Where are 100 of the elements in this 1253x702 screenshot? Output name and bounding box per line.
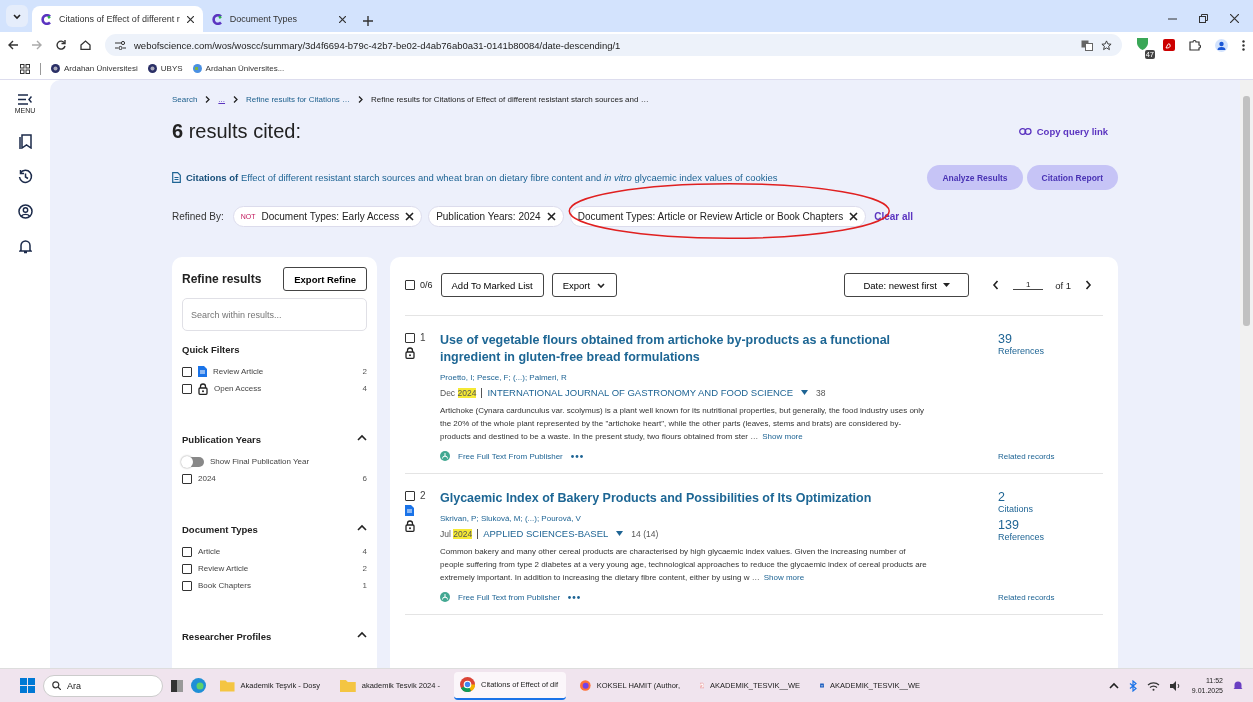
open-access-icon — [440, 592, 450, 602]
bluetooth-icon[interactable] — [1128, 679, 1137, 692]
scrollbar-thumb[interactable] — [1243, 96, 1250, 326]
export-refine-button[interactable]: Export Refine — [283, 267, 367, 291]
action-button[interactable]: Citation Report — [1026, 165, 1118, 190]
metric-value[interactable]: 139 — [998, 518, 1103, 532]
windows-logo-icon[interactable] — [20, 678, 35, 693]
page-number-field[interactable]: 1 — [1013, 280, 1044, 290]
shield-icon[interactable] — [1136, 37, 1149, 50]
chevron-icon[interactable] — [357, 630, 367, 640]
metric-label[interactable]: Citations — [998, 504, 1103, 514]
chevron-icon[interactable] — [1108, 680, 1119, 691]
more-options-icon[interactable] — [1242, 39, 1245, 51]
action-button[interactable]: Analyze Results — [927, 165, 1023, 190]
chevron-icon[interactable] — [596, 280, 607, 290]
home-icon[interactable] — [80, 40, 91, 50]
close-icon[interactable] — [186, 15, 194, 23]
pdf-extension-icon[interactable] — [1163, 39, 1175, 51]
full-text-link[interactable]: Free Full Text From Publisher — [458, 451, 563, 461]
open-access-icon — [440, 451, 450, 461]
metric-label[interactable]: References — [998, 532, 1103, 542]
filter-chip[interactable]: Publication Years: 2024 — [428, 206, 564, 227]
reload-icon[interactable] — [56, 40, 66, 50]
restore-icon[interactable] — [1199, 14, 1208, 23]
seal-icon — [51, 64, 60, 73]
select-all-checkbox[interactable] — [405, 280, 415, 290]
chevron-icon[interactable] — [357, 433, 367, 443]
chevron-icon[interactable] — [357, 523, 367, 533]
chevron-icon[interactable] — [1083, 280, 1093, 290]
journal-link[interactable]: INTERNATIONAL JOURNAL OF GASTRONOMY AND FOOD SCIENCE — [487, 387, 794, 398]
remove-icon[interactable] — [546, 212, 556, 221]
record-checkbox[interactable] — [405, 490, 415, 501]
profile-avatar-icon[interactable] — [1215, 38, 1228, 52]
related-records-link[interactable]: Related records — [998, 452, 1103, 461]
caret-icon[interactable] — [616, 531, 624, 536]
bookmark[interactable]: Ardahan Üniversitesi — [51, 64, 138, 73]
show-more-link[interactable]: Show more — [762, 432, 803, 441]
address-bar[interactable]: webofscience.com/wos/woscc/summary/3d4f6694-b79c-42b7-be02-d4ab76ab0a31-0141b80084/date-descending/1 — [105, 34, 1122, 56]
checkbox[interactable] — [182, 563, 192, 574]
breadcrumb-link[interactable]: ... — [218, 94, 226, 104]
filter-heading: Document Types — [182, 523, 258, 535]
translate-icon[interactable] — [1081, 39, 1093, 51]
site-logo-icon — [211, 13, 223, 25]
document-icon — [198, 366, 207, 377]
journal-link[interactable]: APPLIED SCIENCES-BASEL — [483, 528, 609, 539]
remove-icon[interactable] — [849, 212, 859, 221]
bookmark[interactable]: Ardahan Üniversites... — [192, 64, 285, 73]
toggle-label: Show Final Publication Year — [210, 457, 310, 466]
puzzle-piece-icon[interactable] — [1189, 39, 1201, 51]
record-checkbox[interactable] — [405, 332, 415, 343]
record-title-link[interactable]: Glycaemic Index of Bakery Products and Possibilities of Its Optimization — [440, 490, 930, 507]
taskbar-search-field[interactable]: Ara — [43, 674, 163, 697]
bookmark[interactable]: UBYS — [147, 64, 183, 73]
metric-label[interactable]: References — [998, 346, 1103, 356]
copy-query-link[interactable]: Copy query link — [1018, 126, 1108, 137]
related-records-link[interactable]: Related records — [998, 593, 1103, 602]
metric-value[interactable]: 39 — [998, 332, 1103, 346]
wifi-icon[interactable] — [1146, 680, 1160, 691]
chevron-icon[interactable] — [12, 11, 22, 21]
close-icon[interactable] — [338, 15, 346, 23]
chevron-icon — [358, 95, 364, 103]
back-arrow-icon[interactable] — [8, 40, 18, 50]
remove-icon[interactable] — [405, 212, 415, 221]
more-options-icon[interactable] — [570, 454, 583, 458]
filter-chip[interactable]: Document Types: Article or Review Article or Book Chapters — [569, 206, 867, 227]
toggle-switch[interactable] — [182, 456, 204, 467]
speaker-icon[interactable] — [1169, 680, 1182, 691]
breadcrumb-link[interactable]: Refine results for Citations … — [246, 94, 351, 104]
history-icon[interactable] — [17, 169, 33, 184]
bell-icon[interactable] — [18, 239, 32, 254]
toolbar-button[interactable]: Export — [551, 273, 618, 297]
toolbar-button[interactable]: Add To Marked List — [440, 273, 544, 297]
breadcrumb-link[interactable]: Search — [172, 94, 198, 104]
chevron-icon — [205, 95, 211, 103]
checkbox[interactable] — [182, 366, 192, 377]
checkbox[interactable] — [182, 383, 192, 394]
bookmark-stack-icon[interactable] — [18, 134, 32, 149]
close-icon[interactable] — [1230, 14, 1239, 23]
checkbox[interactable] — [182, 473, 192, 484]
filter-count: 2 — [362, 564, 367, 573]
metric-value[interactable]: 2 — [998, 490, 1103, 504]
browser-tab[interactable]: Document Types — [202, 6, 355, 32]
star-icon[interactable] — [1101, 39, 1112, 51]
browser-icon[interactable] — [191, 678, 206, 693]
apps-grid-icon[interactable] — [20, 63, 30, 74]
sort-dropdown[interactable]: Date: newest first — [844, 273, 970, 297]
record-title-link[interactable]: Use of vegetable flours obtained from artichoke by-products as a functional ingredient in gluten-free bread formulations — [440, 332, 930, 366]
more-options-icon[interactable] — [568, 595, 581, 599]
search-field[interactable]: Search within results... — [182, 298, 367, 331]
checkbox[interactable] — [182, 580, 192, 591]
user-circle-icon[interactable] — [17, 204, 33, 219]
new-tab-icon[interactable] — [362, 16, 373, 26]
checkbox[interactable] — [182, 546, 192, 557]
caret-icon[interactable] — [801, 390, 809, 395]
full-text-link[interactable]: Free Full Text from Publisher — [458, 592, 561, 602]
show-more-link[interactable]: Show more — [763, 573, 805, 582]
filter-heading: Quick Filters — [182, 344, 240, 355]
browser-tab[interactable]: Citations of Effect of different r — [32, 6, 203, 32]
task-view-icon[interactable] — [171, 679, 183, 692]
filter-label: 2024 — [198, 474, 216, 483]
